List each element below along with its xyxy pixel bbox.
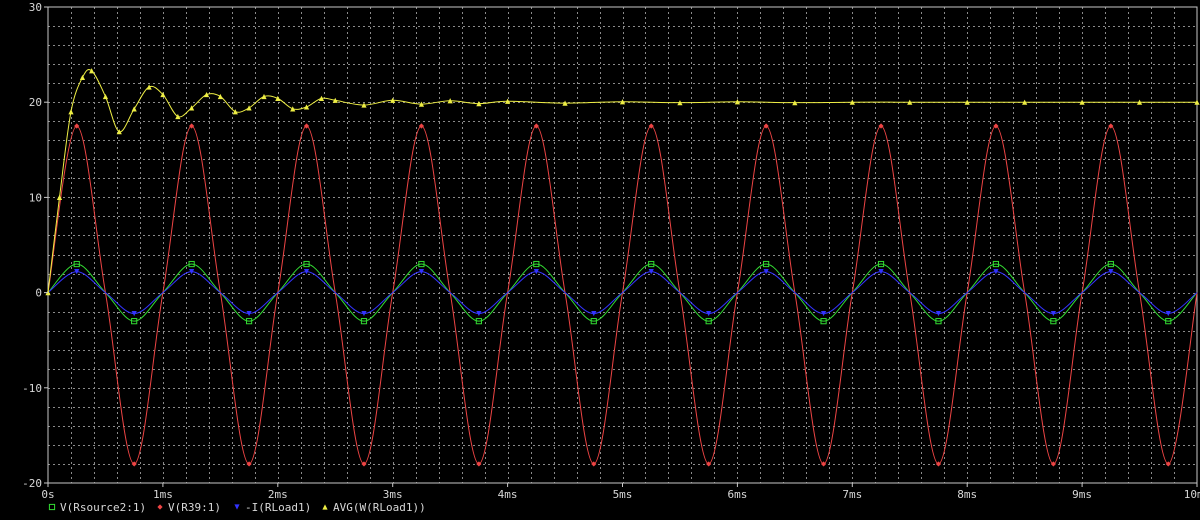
y-tick-label: 0	[35, 287, 42, 300]
y-tick-label: -10	[22, 382, 42, 395]
x-tick-label: 2ms	[268, 488, 288, 501]
x-tick-label: 3ms	[383, 488, 403, 501]
y-tick-label: 30	[29, 1, 42, 14]
y-tick-label: 20	[29, 96, 42, 109]
x-tick-label: 1ms	[153, 488, 173, 501]
legend-label: -I(RLoad1)	[245, 501, 311, 514]
x-tick-label: 6ms	[727, 488, 747, 501]
y-tick-label: 10	[29, 191, 42, 204]
x-tick-label: 9ms	[1072, 488, 1092, 501]
legend-label: AVG(W(RLoad1))	[333, 501, 426, 514]
legend-label: V(R39:1)	[168, 501, 221, 514]
legend-label: V(Rsource2:1)	[60, 501, 146, 514]
x-tick-label: 10ms	[1184, 488, 1200, 501]
chart-svg: 0s 1ms 2ms 3ms 4ms 5ms 6ms 7ms 8ms 9ms 10ms 30 20 10 0…	[0, 0, 1200, 520]
x-tick-label: 4ms	[498, 488, 518, 501]
y-tick-label: -20	[22, 477, 42, 490]
x-tick-label: 7ms	[842, 488, 862, 501]
x-tick-label: 0s	[41, 488, 54, 501]
x-tick-label: 8ms	[957, 488, 977, 501]
x-tick-label: 5ms	[613, 488, 633, 501]
